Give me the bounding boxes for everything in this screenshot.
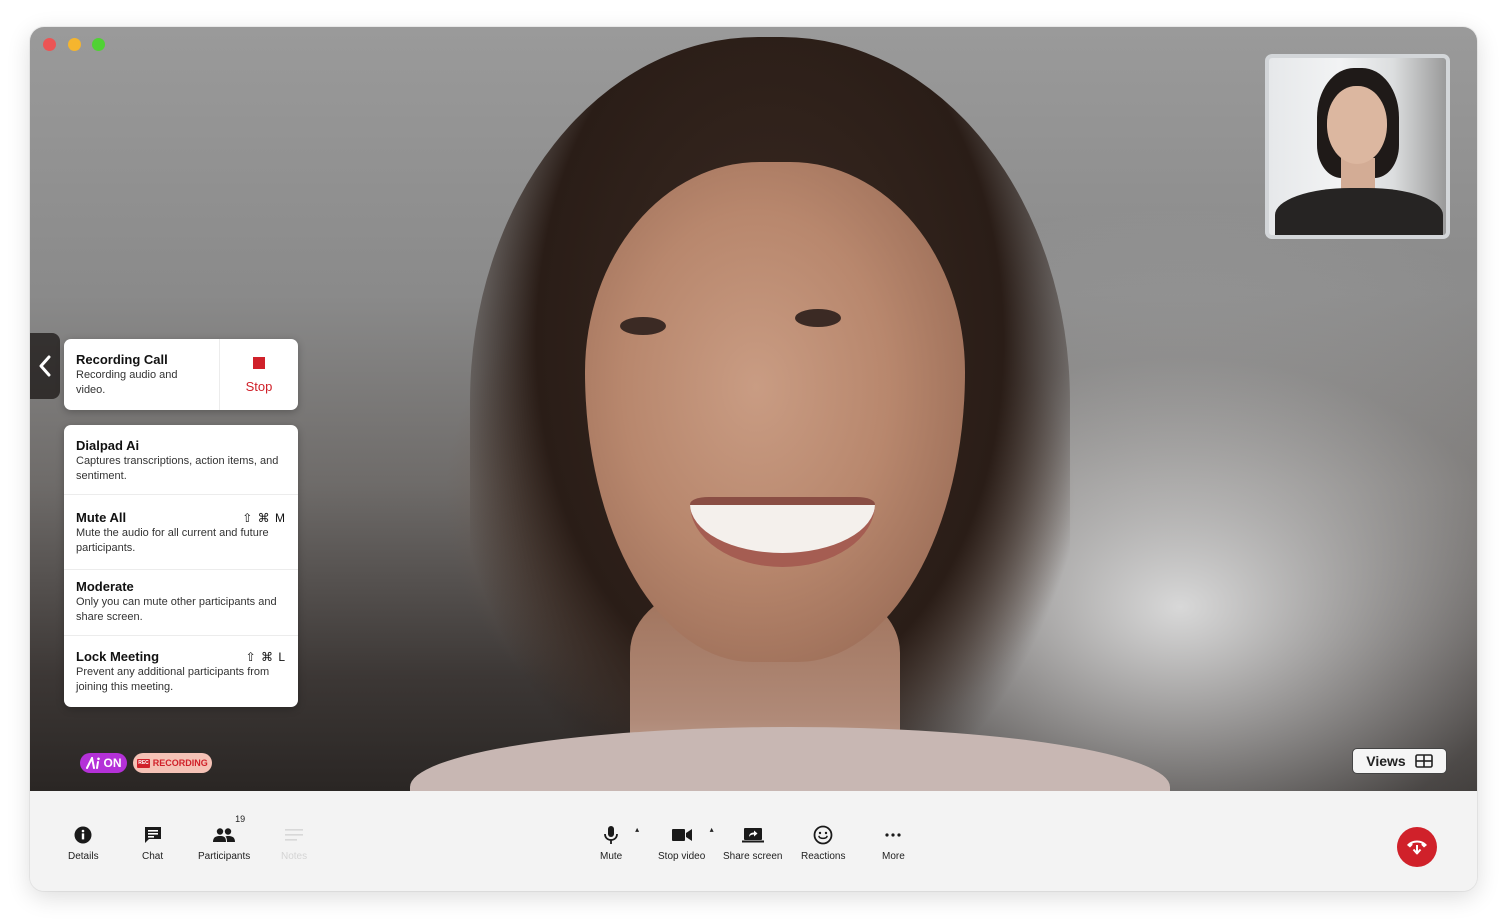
details-button[interactable]: Details — [68, 823, 99, 862]
mute-button[interactable]: ▴ Mute — [600, 823, 639, 862]
meeting-toolbar: Details Chat 19 Participants Notes ▴ Mut… — [30, 791, 1477, 891]
menu-item-description: Only you can mute other participants and… — [76, 596, 277, 623]
smiley-icon — [813, 825, 833, 845]
collapse-panel-button[interactable] — [30, 333, 60, 399]
rec-icon: REC — [137, 758, 150, 768]
keyboard-shortcut: ⇧ ⌘ L — [245, 650, 286, 664]
more-label: More — [882, 851, 905, 862]
share-screen-icon — [741, 828, 764, 843]
notes-button[interactable]: Notes — [281, 823, 307, 862]
self-view-face — [1327, 86, 1387, 164]
chat-label: Chat — [142, 851, 164, 862]
notes-icon — [285, 829, 304, 841]
menu-item-mute-all[interactable]: Mute All ⇧ ⌘ M Mute the audio for all cu… — [64, 495, 298, 570]
stop-video-label: Stop video — [658, 851, 706, 862]
recording-title: Recording Call — [76, 352, 168, 367]
share-screen-label: Share screen — [723, 851, 783, 862]
participant-count: 19 — [235, 814, 246, 824]
participants-button[interactable]: 19 Participants — [198, 814, 251, 862]
people-icon — [213, 828, 236, 842]
menu-item-description: Prevent any additional participants from… — [76, 666, 270, 693]
share-screen-button[interactable]: Share screen — [723, 823, 782, 862]
notes-label: Notes — [281, 851, 308, 862]
self-view-video[interactable] — [1265, 54, 1450, 239]
ai-status-label: ON — [103, 756, 122, 770]
chevron-left-icon — [39, 355, 51, 377]
recording-badge: REC RECORDING — [133, 753, 212, 773]
ai-status-badge[interactable]: ON — [80, 753, 127, 773]
menu-item-moderate[interactable]: Moderate Only you can mute other partici… — [64, 570, 298, 636]
info-icon — [74, 826, 92, 844]
stop-video-button[interactable]: ▴ Stop video — [658, 823, 714, 862]
window-zoom-button[interactable] — [92, 38, 105, 51]
reactions-label: Reactions — [801, 851, 846, 862]
participant-shirt — [410, 727, 1170, 791]
menu-item-title: Moderate — [76, 579, 134, 594]
menu-item-dialpad-ai[interactable]: Dialpad Ai Captures transcriptions, acti… — [64, 425, 298, 495]
video-camera-icon — [671, 829, 692, 841]
leave-call-button[interactable] — [1397, 827, 1437, 867]
self-view-body — [1275, 188, 1443, 235]
participant-eye-right — [795, 309, 841, 327]
host-controls-menu: Dialpad Ai Captures transcriptions, acti… — [64, 425, 298, 707]
recording-card: Recording Call Recording audio and video… — [64, 339, 298, 410]
stop-label: Stop — [245, 379, 273, 394]
main-video-feed: Recording Call Recording audio and video… — [30, 27, 1477, 791]
window-minimize-button[interactable] — [68, 38, 81, 51]
video-options-caret[interactable]: ▴ — [710, 825, 714, 834]
mute-label: Mute — [600, 851, 623, 862]
participant-face — [585, 162, 965, 662]
microphone-icon — [604, 826, 619, 844]
participants-label: Participants — [198, 851, 251, 862]
more-button[interactable]: More — [882, 823, 905, 862]
details-label: Details — [68, 851, 99, 862]
chat-button[interactable]: Chat — [142, 823, 163, 862]
keyboard-shortcut: ⇧ ⌘ M — [242, 511, 286, 525]
menu-item-title: Dialpad Ai — [76, 438, 140, 453]
meeting-window: Recording Call Recording audio and video… — [30, 27, 1477, 891]
recording-info: Recording Call Recording audio and video… — [64, 339, 220, 410]
menu-item-lock-meeting[interactable]: Lock Meeting ⇧ ⌘ L Prevent any additiona… — [64, 636, 298, 706]
reactions-button[interactable]: Reactions — [801, 823, 845, 862]
recording-badge-label: RECORDING — [152, 758, 208, 768]
menu-item-description: Mute the audio for all current and futur… — [76, 527, 269, 554]
window-close-button[interactable] — [43, 38, 56, 51]
stop-recording-button[interactable]: Stop — [220, 339, 298, 410]
mute-options-caret[interactable]: ▴ — [635, 825, 639, 834]
chat-icon — [144, 827, 161, 843]
menu-item-title: Mute All — [76, 510, 127, 525]
recording-description: Recording audio and video. — [76, 369, 178, 396]
views-button[interactable]: Views — [1352, 748, 1447, 774]
hang-up-icon — [1407, 840, 1427, 855]
dialpad-ai-icon — [85, 757, 100, 769]
more-dots-icon — [885, 833, 901, 837]
menu-item-title: Lock Meeting — [76, 649, 160, 664]
grid-layout-icon — [1414, 754, 1433, 768]
views-label: Views — [1366, 753, 1406, 769]
stop-icon — [253, 357, 265, 369]
participant-eye-left — [620, 317, 666, 335]
menu-item-description: Captures transcriptions, action items, a… — [76, 455, 279, 482]
